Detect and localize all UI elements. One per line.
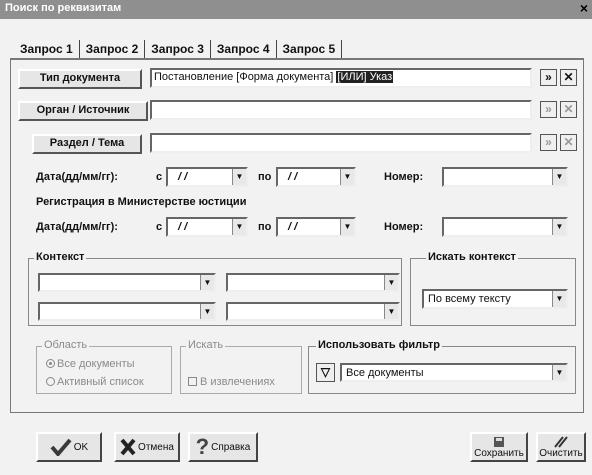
area-option-active[interactable]: Активный список [46, 376, 144, 388]
date-from-value: / / [178, 171, 188, 183]
query-tabs: Запрос 1 Запрос 2 Запрос 3 Запрос 4 Запр… [16, 38, 343, 58]
reg-date-label: Дата(дд/мм/гг): [36, 221, 118, 233]
help-button[interactable]: ? Справка [188, 432, 258, 462]
date-label: Дата(дд/мм/гг): [36, 171, 118, 183]
doc-type-highlight: [ИЛИ] Указ [336, 71, 394, 83]
doc-type-value: Постановление [Форма документа] [154, 71, 337, 83]
chevron-down-icon[interactable]: ▼ [384, 304, 398, 319]
number-label: Номер: [384, 171, 424, 183]
chevron-down-icon[interactable]: ▼ [232, 219, 246, 235]
doc-type-field[interactable]: Постановление [Форма документа] [ИЛИ] Ук… [150, 68, 532, 88]
number-dropdown[interactable]: ▼ [442, 167, 568, 187]
chevron-down-icon[interactable]: ▼ [552, 169, 566, 185]
chevron-down-icon[interactable]: ▼ [552, 365, 566, 380]
add-section-button[interactable]: » [540, 134, 557, 151]
date-from-dropdown[interactable]: / / ▼ [166, 167, 248, 187]
area-option-all[interactable]: Все документы [46, 358, 135, 370]
chevron-down-icon[interactable]: ▼ [200, 304, 214, 319]
search-in-title: Искать [186, 339, 226, 351]
tab-query-4[interactable]: Запрос 4 [211, 40, 277, 58]
context-dropdown-1[interactable]: ▼ [38, 273, 216, 292]
help-label: Справка [211, 441, 251, 453]
date-from-label: с [156, 171, 163, 183]
search-context-value: По всему тексту [428, 293, 511, 305]
section-field[interactable] [150, 133, 532, 153]
search-context-title: Искать контекст [426, 251, 518, 263]
reg-date-to-value: / / [288, 221, 298, 233]
add-doc-type-button[interactable]: » [540, 69, 557, 86]
chevron-down-icon[interactable]: ▼ [232, 169, 246, 185]
funnel-icon: ▽ [320, 365, 331, 379]
reg-date-from-label: с [156, 221, 163, 233]
x-icon: ✕ [563, 70, 574, 84]
organ-field[interactable] [150, 100, 532, 120]
clear-button[interactable]: Очистить [536, 432, 586, 462]
radio-icon [46, 359, 55, 368]
section-button[interactable]: Раздел / Тема [32, 134, 142, 154]
filter-value: Все документы [346, 367, 424, 379]
reg-number-label: Номер: [384, 221, 424, 233]
tab-query-2[interactable]: Запрос 2 [80, 40, 146, 58]
area-title: Область [42, 339, 90, 351]
date-to-value: / / [288, 171, 298, 183]
close-icon[interactable]: × [580, 0, 588, 16]
context-title: Контекст [34, 251, 87, 263]
clear-organ-button[interactable]: ✕ [560, 101, 577, 118]
search-in-checkbox-label: В извлечениях [200, 376, 275, 388]
x-icon: ✕ [563, 102, 574, 116]
clear-section-button[interactable]: ✕ [560, 134, 577, 151]
radio-icon [46, 377, 55, 386]
ok-button[interactable]: OK [36, 432, 102, 462]
chevron-down-icon[interactable]: ▼ [340, 219, 354, 235]
ok-label: OK [73, 441, 89, 453]
save-button[interactable]: Сохранить [470, 432, 528, 462]
broom-icon [554, 435, 568, 448]
question-icon: ? [195, 434, 210, 459]
double-chevron-right-icon: » [545, 102, 552, 116]
floppy-icon [494, 436, 504, 447]
save-label: Сохранить [474, 447, 524, 459]
reg-date-from-dropdown[interactable]: / / ▼ [166, 217, 248, 237]
cancel-x-icon [120, 438, 136, 456]
filter-button[interactable]: ▽ [316, 363, 335, 382]
search-in-checkbox[interactable]: В извлечениях [188, 376, 275, 388]
context-dropdown-3[interactable]: ▼ [38, 302, 216, 321]
tab-query-5[interactable]: Запрос 5 [277, 40, 343, 58]
window-title: Поиск по реквизитам [5, 2, 122, 14]
double-chevron-right-icon: » [545, 70, 552, 84]
doc-type-button[interactable]: Тип документа [18, 69, 142, 89]
reg-date-from-value: / / [178, 221, 188, 233]
cancel-button[interactable]: Отмена [114, 432, 180, 462]
registration-title: Регистрация в Министерстве юстиции [36, 196, 247, 208]
chevron-down-icon[interactable]: ▼ [552, 219, 566, 235]
area-option-active-label: Активный список [57, 376, 144, 388]
checkbox-icon [188, 377, 197, 386]
title-bar: Поиск по реквизитам × [0, 0, 592, 19]
clear-label: Очистить [539, 447, 583, 459]
chevron-down-icon[interactable]: ▼ [340, 169, 354, 185]
reg-date-to-label: по [258, 221, 272, 233]
double-chevron-right-icon: » [545, 135, 552, 149]
context-dropdown-4[interactable]: ▼ [226, 302, 400, 321]
reg-date-to-dropdown[interactable]: / / ▼ [276, 217, 356, 237]
organ-button[interactable]: Орган / Источник [18, 101, 148, 121]
tab-query-3[interactable]: Запрос 3 [145, 40, 211, 58]
date-to-label: по [258, 171, 272, 183]
tab-query-1[interactable]: Запрос 1 [16, 40, 80, 58]
checkmark-icon [50, 438, 72, 456]
context-dropdown-2[interactable]: ▼ [226, 273, 400, 292]
filter-title: Использовать фильтр [316, 339, 442, 351]
chevron-down-icon[interactable]: ▼ [552, 291, 566, 307]
x-icon: ✕ [563, 135, 574, 149]
add-organ-button[interactable]: » [540, 101, 557, 118]
date-to-dropdown[interactable]: / / ▼ [276, 167, 356, 187]
chevron-down-icon[interactable]: ▼ [200, 275, 214, 290]
chevron-down-icon[interactable]: ▼ [384, 275, 398, 290]
area-option-all-label: Все документы [57, 358, 135, 370]
filter-dropdown[interactable]: Все документы ▼ [340, 363, 568, 382]
search-context-dropdown[interactable]: По всему тексту ▼ [422, 289, 568, 309]
clear-doc-type-button[interactable]: ✕ [560, 69, 577, 86]
cancel-label: Отмена [138, 441, 174, 453]
reg-number-dropdown[interactable]: ▼ [442, 217, 568, 237]
